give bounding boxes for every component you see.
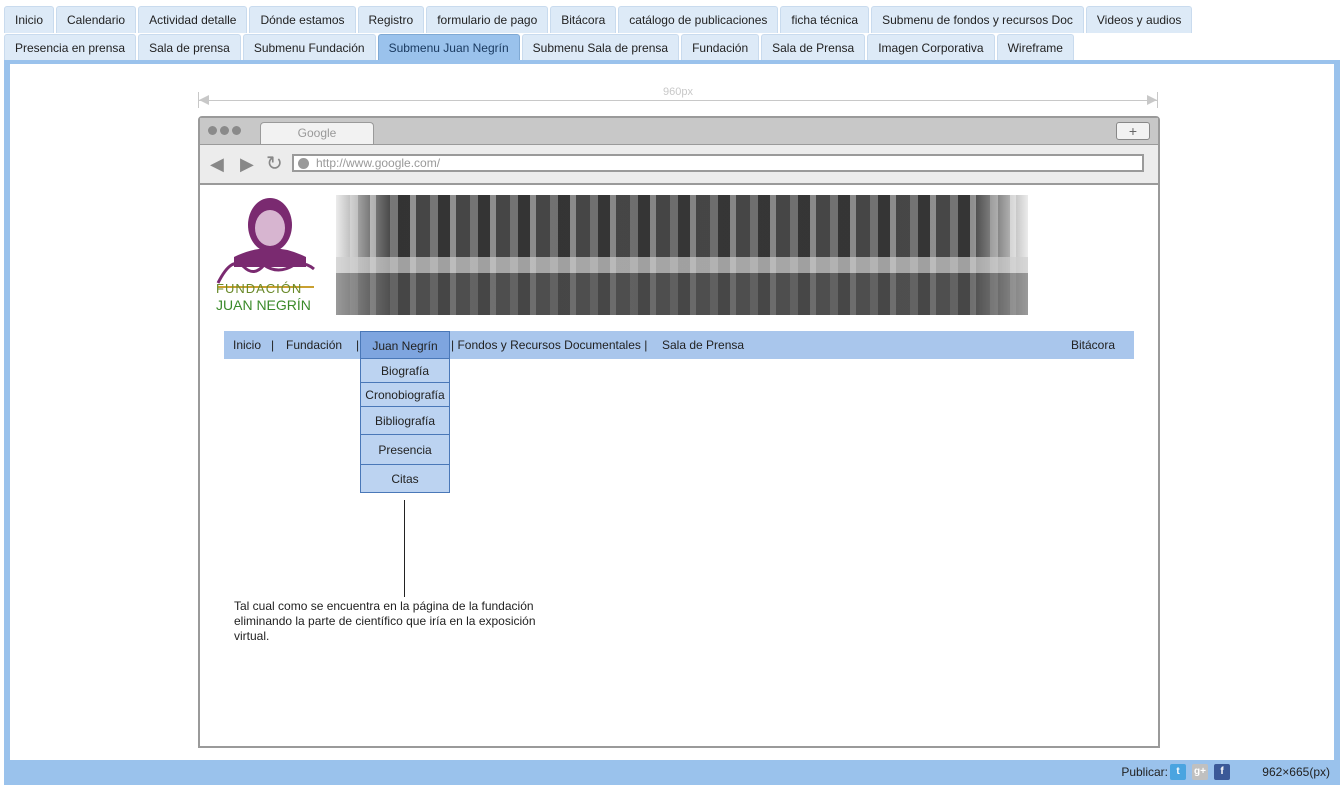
twitter-icon[interactable]: t — [1170, 764, 1186, 780]
url-text: http://www.google.com/ — [316, 156, 441, 170]
page-tab[interactable]: Actividad detalle — [138, 6, 248, 33]
site-content: FUNDACIÓN JUAN NEGRÍN Inicio | Fundación… — [200, 185, 1158, 746]
globe-icon — [298, 158, 309, 169]
dimensions-label: 962×665(px) — [1262, 765, 1330, 779]
annotation-note: Tal cual como se encuentra en la página … — [234, 599, 536, 643]
page-tab[interactable]: Videos y audios — [1085, 6, 1193, 33]
page-tab[interactable]: catálogo de publicaciones — [618, 6, 779, 33]
juan-negrin-submenu: Biografía Cronobiografía Bibliografía Prese… — [360, 359, 450, 493]
page-tab[interactable]: Registro — [357, 6, 425, 33]
logo-line-1: FUNDACIÓN — [216, 281, 303, 296]
menu-fondos[interactable]: | Fondos y Recursos Documentales | — [451, 331, 647, 359]
ruler-label: 960px — [659, 86, 697, 98]
page-tab[interactable]: Dónde estamos — [249, 6, 356, 33]
browser-tab[interactable]: Google — [260, 122, 374, 144]
annotation-connector — [404, 500, 405, 597]
page-tab[interactable]: Submenu Fundación — [242, 34, 376, 61]
page-tab[interactable]: Imagen Corporativa — [867, 34, 995, 61]
preview-frame: 960px Google + ◀ ▶ ↻ http://www.google.c… — [4, 60, 1340, 785]
menu-sala-de-prensa[interactable]: Sala de Prensa — [662, 331, 744, 359]
header-banner-photo — [336, 195, 1028, 315]
new-tab-button[interactable]: + — [1116, 122, 1150, 140]
footer-bar: Publicar: t g+ f 962×665(px) — [4, 760, 1340, 785]
google-plus-icon[interactable]: g+ — [1192, 764, 1208, 780]
publish-label: Publicar: — [1121, 765, 1168, 779]
logo-line-2: JUAN NEGRÍN — [216, 297, 311, 313]
page-tab[interactable]: Bitácora — [550, 6, 617, 33]
reload-icon[interactable]: ↻ — [266, 151, 283, 176]
page-tab[interactable]: Sala de prensa — [138, 34, 241, 61]
site-menu-bar: Inicio | Fundación | Juan Negrín | Fondo… — [224, 331, 1134, 359]
submenu-item[interactable]: Bibliografía — [360, 407, 450, 435]
submenu-item[interactable]: Biografía — [360, 359, 450, 383]
browser-mockup: Google + ◀ ▶ ↻ http://www.google.com/ FU… — [198, 116, 1160, 748]
menu-separator: | — [271, 338, 275, 352]
page-tab[interactable]: ficha técnica — [780, 6, 870, 33]
browser-navbar: ◀ ▶ ↻ http://www.google.com/ — [200, 145, 1158, 185]
page-tab[interactable]: formulario de pago — [426, 6, 549, 33]
menu-fundacion[interactable]: Fundación — [286, 331, 342, 359]
menu-juan-negrin[interactable]: Juan Negrín — [360, 331, 450, 359]
facebook-icon[interactable]: f — [1214, 764, 1230, 780]
page-tab[interactable]: Calendario — [56, 6, 137, 33]
page-tab[interactable]: Fundación — [681, 34, 760, 61]
menu-separator: | — [356, 338, 360, 352]
page-tab[interactable]: Submenu de fondos y recursos Doc — [871, 6, 1084, 33]
page-tabs-row-1: Inicio Calendario Actividad detalle Dónde e… — [4, 6, 1194, 33]
submenu-item[interactable]: Presencia — [360, 435, 450, 465]
page-tab[interactable]: Inicio — [4, 6, 55, 33]
page-tab[interactable]: Submenu Juan Negrín — [377, 34, 520, 61]
menu-bitacora[interactable]: Bitácora — [1071, 331, 1115, 359]
window-controls[interactable] — [208, 126, 241, 135]
url-bar[interactable]: http://www.google.com/ — [292, 154, 1144, 172]
submenu-item[interactable]: Citas — [360, 465, 450, 493]
fundacion-logo[interactable]: FUNDACIÓN JUAN NEGRÍN — [214, 195, 318, 319]
page-tabs-row-2: Presencia en prensa Sala de prensa Submenu… — [4, 34, 1076, 61]
wireframe-canvas: 960px Google + ◀ ▶ ↻ http://www.google.c… — [10, 64, 1334, 760]
back-arrow-icon[interactable]: ◀ — [210, 154, 224, 175]
browser-titlebar: Google + — [200, 118, 1158, 145]
page-tab[interactable]: Sala de Prensa — [761, 34, 866, 61]
page-tab[interactable]: Wireframe — [996, 34, 1074, 61]
width-ruler: 960px — [198, 86, 1158, 108]
submenu-item[interactable]: Cronobiografía — [360, 383, 450, 407]
page-tab[interactable]: Submenu Sala de prensa — [521, 34, 680, 61]
forward-arrow-icon[interactable]: ▶ — [240, 154, 254, 175]
menu-inicio[interactable]: Inicio — [233, 331, 261, 359]
page-tab[interactable]: Presencia en prensa — [4, 34, 137, 61]
